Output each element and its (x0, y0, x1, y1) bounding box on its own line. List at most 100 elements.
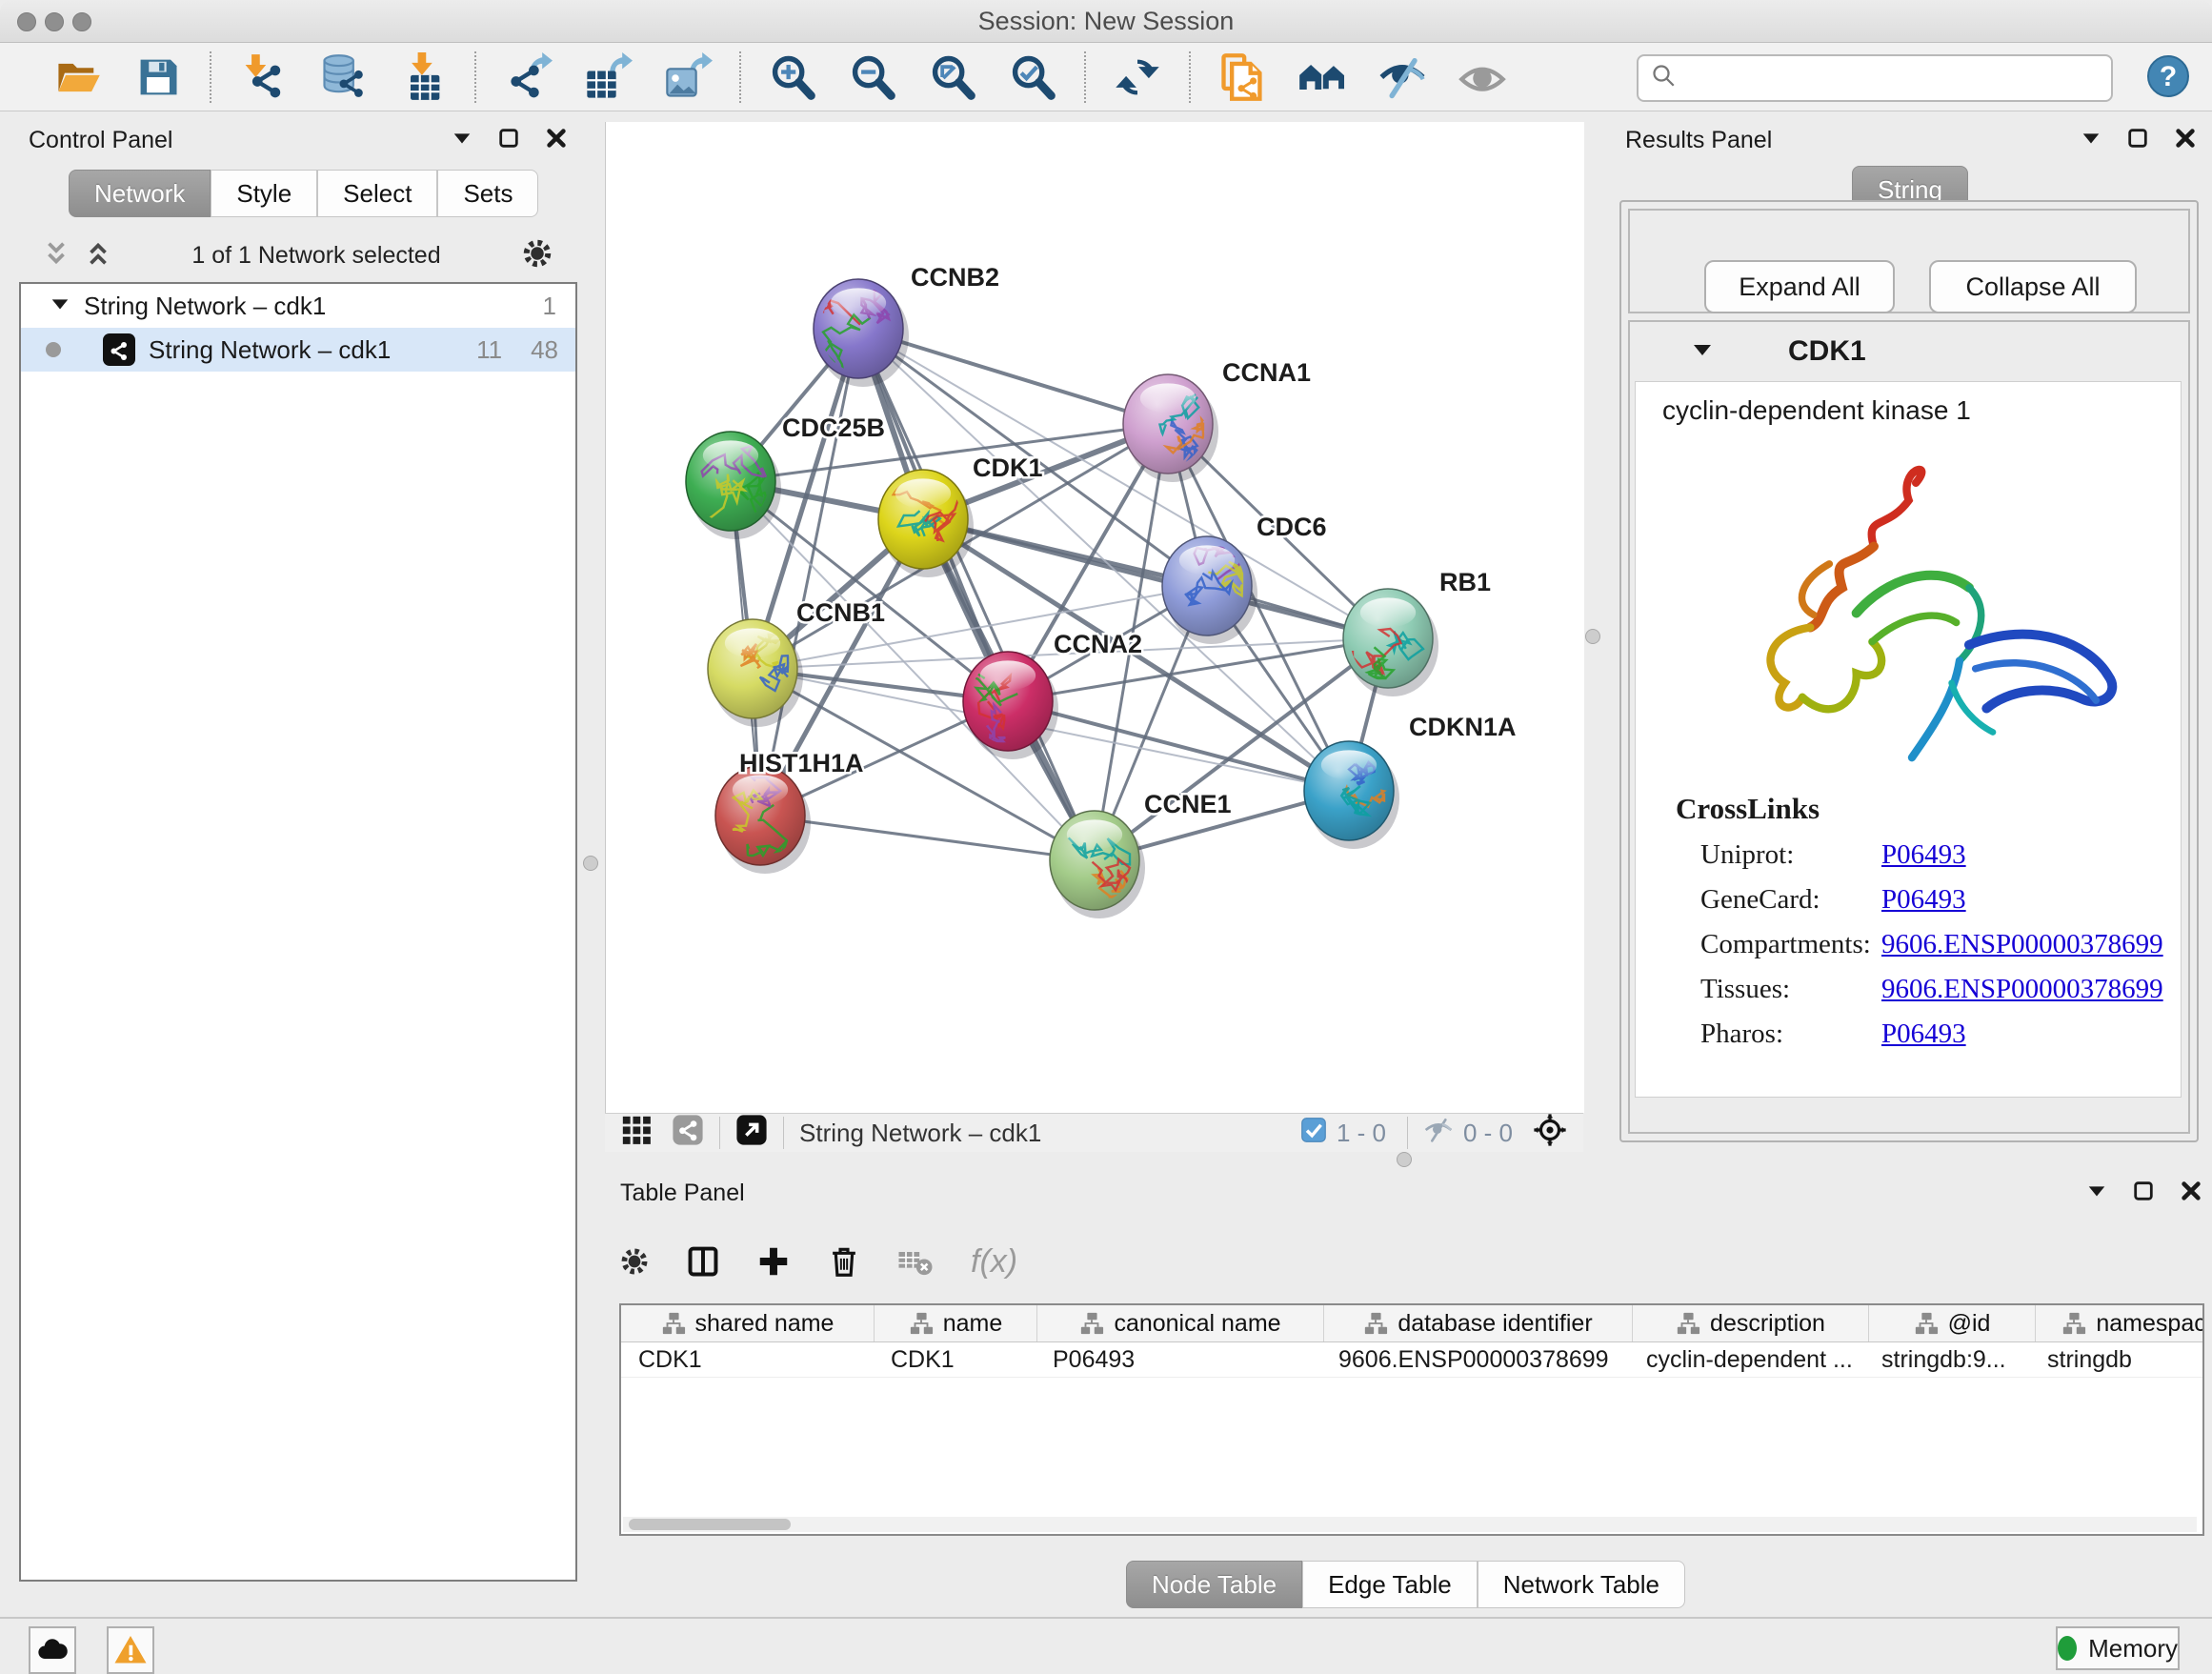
network-node-CDKN1A[interactable] (1304, 741, 1399, 849)
network-node-CDK1[interactable] (878, 470, 974, 577)
string-import-icon[interactable] (1216, 50, 1269, 104)
column-header-namespace[interactable]: namespace (2036, 1305, 2204, 1341)
split-columns-icon[interactable] (685, 1243, 721, 1280)
refresh-network-icon[interactable] (1111, 50, 1164, 104)
table-cell[interactable]: stringdb:9... (1864, 1342, 2030, 1377)
network-node-CDC25B[interactable] (686, 432, 781, 539)
cloud-status-button[interactable] (29, 1626, 76, 1674)
import-network-database-icon[interactable] (316, 50, 370, 104)
table-panel-collapse-icon[interactable] (2086, 1180, 2107, 1206)
zoom-in-icon[interactable] (766, 50, 819, 104)
scrollbar-thumb[interactable] (629, 1519, 791, 1530)
import-network-file-icon[interactable] (236, 50, 290, 104)
help-button[interactable]: ? (2145, 53, 2191, 99)
network-node-RB1[interactable] (1343, 589, 1438, 696)
table-cell[interactable]: 9606.ENSP00000378699 (1321, 1342, 1629, 1377)
horizontal-splitter-handle[interactable] (1397, 1152, 1412, 1167)
table-cell[interactable]: CDK1 (621, 1342, 874, 1377)
column-header--id[interactable]: @id (1869, 1305, 2036, 1341)
function-builder-icon[interactable]: f(x) (969, 1240, 1032, 1282)
control-panel-collapse-icon[interactable] (452, 128, 473, 153)
table-cell[interactable]: cyclin-dependent ... (1629, 1342, 1864, 1377)
grid-view-icon[interactable] (620, 1114, 653, 1153)
tab-network-table[interactable]: Network Table (1478, 1561, 1685, 1608)
export-table-icon[interactable] (581, 50, 634, 104)
protein-section-header[interactable]: CDK1 (1630, 322, 2188, 381)
import-table-file-icon[interactable] (396, 50, 450, 104)
delete-column-icon[interactable] (826, 1243, 862, 1280)
search-input[interactable] (1686, 59, 2111, 97)
network-edge[interactable] (858, 329, 1095, 860)
tab-network[interactable]: Network (69, 170, 211, 217)
crosslink-value-link[interactable]: 9606.ENSP00000378699 (1881, 929, 2163, 960)
column-header-canonical-name[interactable]: canonical name (1037, 1305, 1324, 1341)
hide-selected-icon[interactable] (1376, 50, 1429, 104)
show-all-windows-icon[interactable] (1296, 50, 1349, 104)
birds-eye-view-icon[interactable] (1532, 1112, 1568, 1155)
crosslink-row: Compartments:9606.ENSP00000378699 (1700, 929, 2181, 960)
left-splitter-handle[interactable] (583, 856, 598, 871)
table-horizontal-scrollbar[interactable] (623, 1517, 2197, 1532)
network-label: String Network – cdk1 (149, 335, 391, 365)
collapse-all-networks-icon[interactable] (42, 239, 70, 272)
control-panel-close-icon[interactable] (545, 127, 568, 154)
share-view-icon[interactable] (672, 1114, 704, 1153)
open-session-icon[interactable] (51, 50, 105, 104)
expand-all-button[interactable]: Expand All (1704, 260, 1895, 313)
column-header-name[interactable]: name (875, 1305, 1037, 1341)
warning-status-button[interactable] (107, 1626, 154, 1674)
column-header-shared-name[interactable]: shared name (621, 1305, 875, 1341)
table-cell[interactable]: stringdb (2030, 1342, 2204, 1377)
detach-view-icon[interactable] (735, 1114, 768, 1153)
network-node-CCNA2[interactable] (963, 652, 1058, 759)
tab-edge-table[interactable]: Edge Table (1302, 1561, 1478, 1608)
memory-button[interactable]: Memory (2056, 1626, 2180, 1670)
show-all-icon[interactable] (1456, 50, 1509, 104)
network-graph[interactable]: CCNB2CCNA1CDC25BCDK1CDC6RB1CCNB1CCNA2CDK… (606, 122, 1584, 1113)
tab-node-table[interactable]: Node Table (1126, 1561, 1302, 1608)
table-panel-close-icon[interactable] (2180, 1180, 2202, 1207)
network-row[interactable]: String Network – cdk1 11 48 (21, 328, 575, 372)
column-header-description[interactable]: description (1633, 1305, 1869, 1341)
results-panel-close-icon[interactable] (2174, 127, 2197, 154)
crosslink-value-link[interactable]: P06493 (1881, 839, 1966, 871)
network-collection-row[interactable]: String Network – cdk1 1 (21, 284, 575, 328)
collapse-all-button[interactable]: Collapse All (1929, 260, 2137, 313)
network-options-gear-icon[interactable] (520, 236, 554, 275)
results-panel-collapse-icon[interactable] (2081, 128, 2101, 153)
network-node-CCNA1[interactable] (1123, 374, 1218, 482)
crosslink-value-link[interactable]: P06493 (1881, 1019, 1966, 1050)
tab-sets[interactable]: Sets (437, 170, 538, 217)
node-table[interactable]: shared namenamecanonical namedatabase id… (619, 1303, 2204, 1536)
zoom-out-icon[interactable] (846, 50, 899, 104)
protein-collapse-triangle-icon[interactable] (1691, 338, 1714, 366)
zoom-fit-icon[interactable] (926, 50, 979, 104)
collection-expand-triangle-icon[interactable] (50, 292, 70, 321)
network-node-CCNB2[interactable] (814, 279, 909, 387)
network-node-CCNE1[interactable] (1050, 811, 1145, 918)
expand-all-networks-icon[interactable] (84, 239, 112, 272)
hidden-eye-slash-icon[interactable] (1423, 1115, 1454, 1152)
network-node-HIST1H1A[interactable] (715, 766, 811, 874)
table-gear-icon[interactable] (618, 1245, 651, 1278)
selected-checkbox-icon[interactable] (1300, 1117, 1327, 1150)
network-view-canvas[interactable]: CCNB2CCNA1CDC25BCDK1CDC6RB1CCNB1CCNA2CDK… (605, 122, 1584, 1113)
crosslink-value-link[interactable]: P06493 (1881, 884, 1966, 916)
add-column-icon[interactable] (755, 1243, 792, 1280)
export-network-icon[interactable] (501, 50, 554, 104)
control-panel-float-icon[interactable] (497, 127, 520, 154)
table-row[interactable]: CDK1CDK1P064939606.ENSP00000378699cyclin… (621, 1342, 2202, 1378)
table-panel-float-icon[interactable] (2132, 1180, 2155, 1207)
zoom-selected-icon[interactable] (1006, 50, 1059, 104)
tab-style[interactable]: Style (211, 170, 317, 217)
table-cell[interactable]: P06493 (1036, 1342, 1321, 1377)
column-header-database-identifier[interactable]: database identifier (1324, 1305, 1633, 1341)
crosslink-value-link[interactable]: 9606.ENSP00000378699 (1881, 974, 2163, 1005)
delete-table-icon[interactable] (896, 1242, 935, 1281)
right-splitter-handle[interactable] (1585, 629, 1600, 644)
table-cell[interactable]: CDK1 (874, 1342, 1036, 1377)
results-panel-float-icon[interactable] (2126, 127, 2149, 154)
save-session-icon[interactable] (131, 50, 185, 104)
export-image-icon[interactable] (661, 50, 714, 104)
tab-select[interactable]: Select (317, 170, 437, 217)
